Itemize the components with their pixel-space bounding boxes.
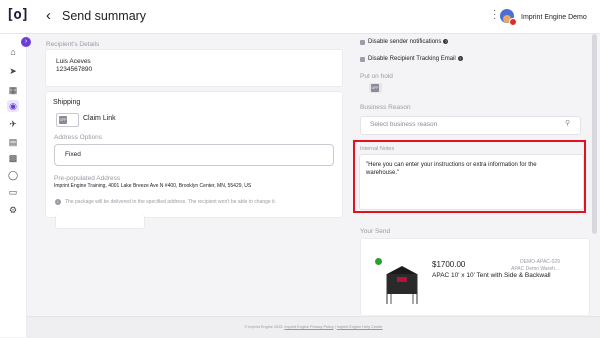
put-on-hold-toggle[interactable]: OFF	[369, 83, 382, 93]
info-icon: i	[55, 199, 61, 205]
top-bar: [o] ‹ Send summary · · · Imprint Engine De…	[0, 0, 600, 34]
disable-notifications-label: Disable sender notifications?	[368, 39, 449, 46]
toggle-knob: OFF	[371, 84, 379, 92]
more-options-icon[interactable]: · · ·	[493, 6, 497, 24]
search-icon[interactable]: ⚲	[565, 119, 570, 127]
your-send-label: Your Send	[360, 228, 391, 235]
sidebar-expand-icon[interactable]: ›	[21, 37, 31, 47]
user-name[interactable]: Imprint Engine Demo	[521, 14, 587, 21]
help-icon[interactable]: ?	[457, 56, 463, 61]
home-icon[interactable]: ⌂	[7, 46, 19, 58]
disable-tracking-label: Disable Recipient Tracking Email?	[368, 56, 463, 63]
sidebar: ⌂ ➤ ▦ ◉ ✈ ▤ ▩ ◯ ▭ ⚙	[0, 34, 27, 337]
business-reason-placeholder: Select business reason	[370, 121, 438, 128]
settings-icon[interactable]: ⚙	[7, 204, 19, 216]
catalog-icon[interactable]: ▩	[7, 152, 19, 164]
claim-link-label: Claim Link	[83, 115, 116, 122]
footer-help-link[interactable]: Imprint Engine Help Center	[337, 325, 383, 329]
info-note: The package will be delivered to the spe…	[65, 199, 276, 205]
footer-separator: |	[334, 325, 336, 329]
recipient-section-label: Recipient's Details	[46, 41, 100, 48]
notification-badge	[509, 18, 517, 26]
footer-copyright: © Imprint Engine 2025.	[244, 325, 284, 329]
disable-tracking-checkbox[interactable]	[360, 57, 365, 62]
put-on-hold-label: Put on hold	[360, 73, 393, 80]
internal-notes-label: Internal Notes	[360, 146, 395, 152]
automation-icon[interactable]: ✈	[7, 118, 19, 130]
prepopulated-address: Imprint Engine Training, 4001 Lake Breez…	[54, 183, 252, 189]
prepopulated-address-label: Pre-populated Address	[54, 175, 121, 182]
campaign-icon[interactable]: ◉	[7, 100, 19, 112]
shipping-card-tab	[55, 214, 145, 229]
claim-link-toggle[interactable]: OFF	[56, 113, 79, 127]
internal-notes-text: "Here you can enter your instructions or…	[366, 162, 537, 176]
product-sku: DEMO-APAC-029	[520, 259, 560, 265]
recipient-name: Luis Aceves	[56, 58, 91, 65]
toggle-knob: OFF	[59, 116, 67, 124]
footer-privacy-link[interactable]: Imprint Engine Privacy Policy	[284, 325, 333, 329]
address-options-field[interactable]	[54, 144, 334, 166]
scrollbar[interactable]	[592, 34, 597, 234]
tent-product-image	[386, 266, 418, 304]
footer: © Imprint Engine 2025. Imprint Engine Pr…	[27, 316, 600, 338]
shipping-title: Shipping	[53, 99, 81, 106]
product-price: $1700.00	[432, 260, 466, 269]
integrations-icon[interactable]: ◯	[7, 169, 19, 181]
send-icon[interactable]: ➤	[7, 65, 19, 77]
inventory-icon[interactable]: ▦	[7, 84, 19, 96]
recipient-phone: 1234567890	[56, 66, 93, 73]
app-logo[interactable]: [o]	[6, 7, 29, 23]
business-reason-label: Business Reason	[360, 104, 411, 111]
address-options-value: Fixed	[65, 151, 81, 158]
address-options-label: Address Options	[54, 134, 103, 141]
orders-icon[interactable]: ▤	[7, 136, 19, 148]
product-name: APAC 10' x 10' Tent with Side & Backwall	[432, 272, 551, 279]
folders-icon[interactable]: ▭	[7, 186, 19, 198]
page-title: Send summary	[62, 9, 147, 23]
disable-notifications-checkbox[interactable]	[360, 40, 365, 45]
back-arrow-icon[interactable]: ‹	[46, 7, 51, 24]
help-icon[interactable]: ?	[443, 39, 449, 44]
